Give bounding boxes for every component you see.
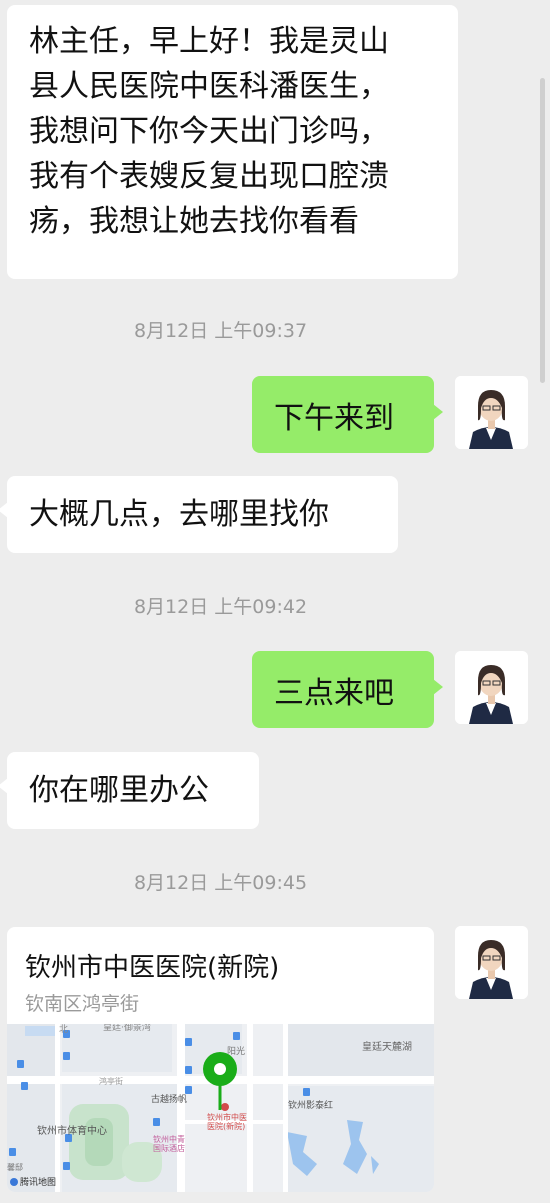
hospital-icon [221, 1103, 229, 1111]
map-label: 鸿亭街 [99, 1076, 123, 1086]
message-text: 下午来到 [274, 400, 394, 436]
message-text: 三点来吧 [274, 675, 394, 711]
map-label: 古越扬帆 [151, 1093, 187, 1105]
message-text-line: 林主任，早上好！我是灵山 [29, 24, 389, 59]
avatar[interactable] [455, 651, 528, 724]
message-text-line: 我有个表嫂反复出现口腔溃 [29, 159, 389, 194]
map-label: 北 [59, 1024, 68, 1035]
map-label: 国际酒店 [153, 1143, 185, 1153]
message-text-line: 县人民医院中医科潘医生， [29, 69, 389, 104]
location-card[interactable]: 钦州市中医医院(新院) 钦南区鸿亭街 北 皇廷·御景湾 阳光 皇廷天麓湖 鸿亭街… [7, 927, 434, 1192]
timestamp: 8月12日 上午09:37 [133, 320, 308, 342]
user-avatar-icon [455, 651, 528, 724]
user-avatar-icon [455, 926, 528, 999]
map-label: 钦州市体育中心 [37, 1124, 107, 1137]
message-text-line: 我想问下你今天出门诊吗， [29, 114, 389, 149]
tencent-map-logo-icon [10, 1178, 18, 1186]
map-label: 钦州市中医 [207, 1112, 247, 1122]
map-label: 皇廷天麓湖 [362, 1040, 412, 1053]
scrollbar[interactable] [540, 78, 545, 383]
message-bubble-incoming[interactable]: 林主任，早上好！我是灵山 县人民医院中医科潘医生， 我想问下你今天出门诊吗， 我… [7, 5, 458, 279]
location-title: 钦州市中医医院(新院) [25, 953, 280, 983]
message-text-line: 疡，我想让她去找你看看 [29, 204, 359, 239]
map-preview[interactable]: 北 皇廷·御景湾 阳光 皇廷天麓湖 鸿亭街 古越扬帆 钦州影泰红 钦州市中医 医… [7, 1024, 434, 1192]
map-label: 钦州中青 [153, 1134, 185, 1144]
avatar[interactable] [455, 376, 528, 449]
timestamp: 8月12日 上午09:42 [133, 596, 308, 618]
map-label: 钦州影泰红 [288, 1099, 333, 1111]
avatar[interactable] [455, 926, 528, 999]
location-address: 钦南区鸿亭街 [25, 993, 140, 1015]
map-label: 医院(新院) [207, 1121, 245, 1131]
user-avatar-icon [455, 376, 528, 449]
message-bubble-incoming[interactable]: 大概几点，去哪里找你 [0, 476, 398, 553]
message-bubble-incoming[interactable]: 你在哪里办公 [0, 752, 259, 829]
map-provider: 腾讯地图 [20, 1176, 56, 1188]
timestamp: 8月12日 上午09:45 [133, 872, 308, 894]
message-bubble-outgoing[interactable]: 下午来到 [252, 376, 443, 453]
map-label: 皇廷·御景湾 [103, 1024, 151, 1033]
message-text: 大概几点，去哪里找你 [29, 497, 329, 532]
message-text: 你在哪里办公 [29, 773, 209, 808]
message-bubble-outgoing[interactable]: 三点来吧 [252, 651, 443, 728]
map-label: 馨邸 [7, 1163, 23, 1172]
